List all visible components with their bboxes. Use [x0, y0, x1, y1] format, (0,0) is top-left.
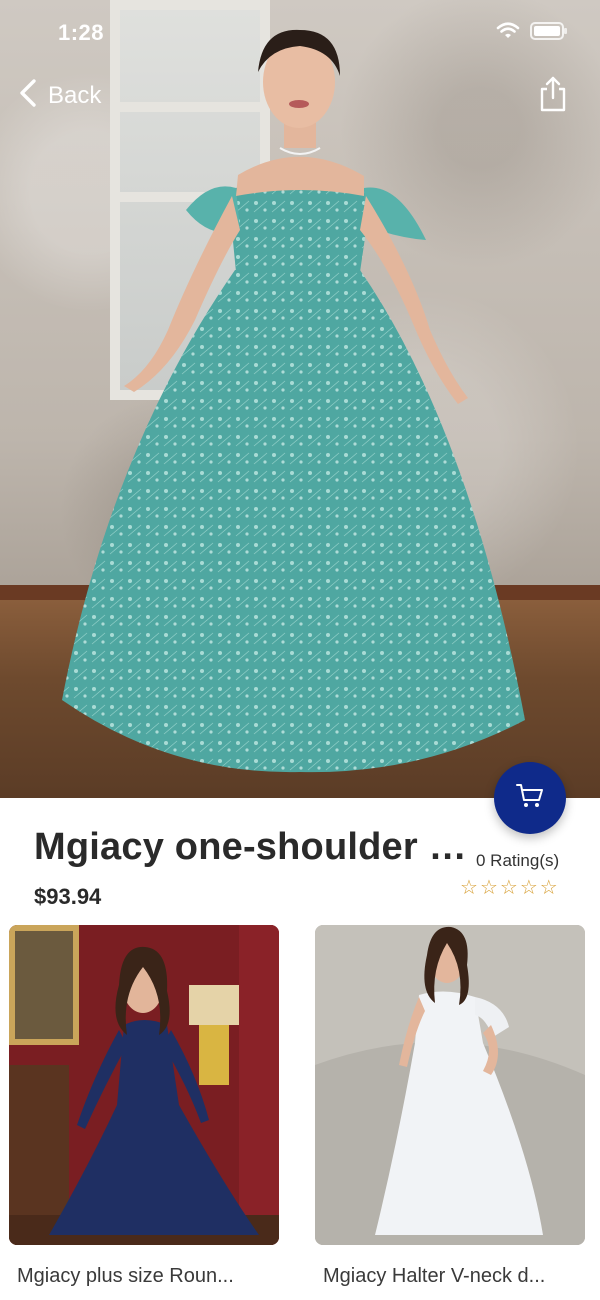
related-product-image [315, 925, 585, 1245]
product-price: $93.94 [34, 884, 102, 909]
product-title: Mgiacy one-shoulder l... [34, 826, 470, 868]
status-bar: 1:28 [0, 0, 600, 60]
share-button[interactable] [538, 76, 568, 117]
product-hero-image[interactable] [0, 0, 600, 798]
star-icon: ☆ [479, 877, 498, 899]
related-product-caption: Mgiacy Halter V-neck d... [323, 1265, 546, 1287]
star-icon: ☆ [460, 877, 478, 899]
share-icon [538, 76, 568, 116]
chevron-left-icon [18, 78, 38, 113]
rating-count: 0 Rating(s) [476, 851, 560, 870]
back-label: Back [48, 81, 102, 109]
back-button[interactable]: Back [18, 78, 101, 113]
related-product-card[interactable]: Mgiacy Halter V-neck d... [315, 925, 585, 1288]
add-to-cart-button[interactable] [494, 762, 566, 834]
star-icon: ☆ [539, 877, 558, 899]
status-time: 1:28 [58, 20, 105, 45]
battery-icon [530, 22, 568, 40]
related-product-image [9, 925, 279, 1245]
star-icon: ☆ [499, 877, 518, 899]
status-icons [496, 22, 568, 40]
related-product-caption: Mgiacy plus size Roun... [17, 1265, 234, 1287]
rating-stars[interactable]: ☆ ☆ ☆ ☆ ☆ [460, 876, 558, 900]
wifi-icon [496, 22, 520, 40]
cart-icon [515, 782, 545, 815]
model-in-teal-gown [62, 29, 525, 773]
related-product-card[interactable]: Mgiacy plus size Roun... [9, 925, 279, 1288]
star-icon: ☆ [519, 877, 538, 899]
product-detail-screen: 1:28 Back Mgiacy one-shoulder l... 0 Rat… [0, 0, 600, 1300]
